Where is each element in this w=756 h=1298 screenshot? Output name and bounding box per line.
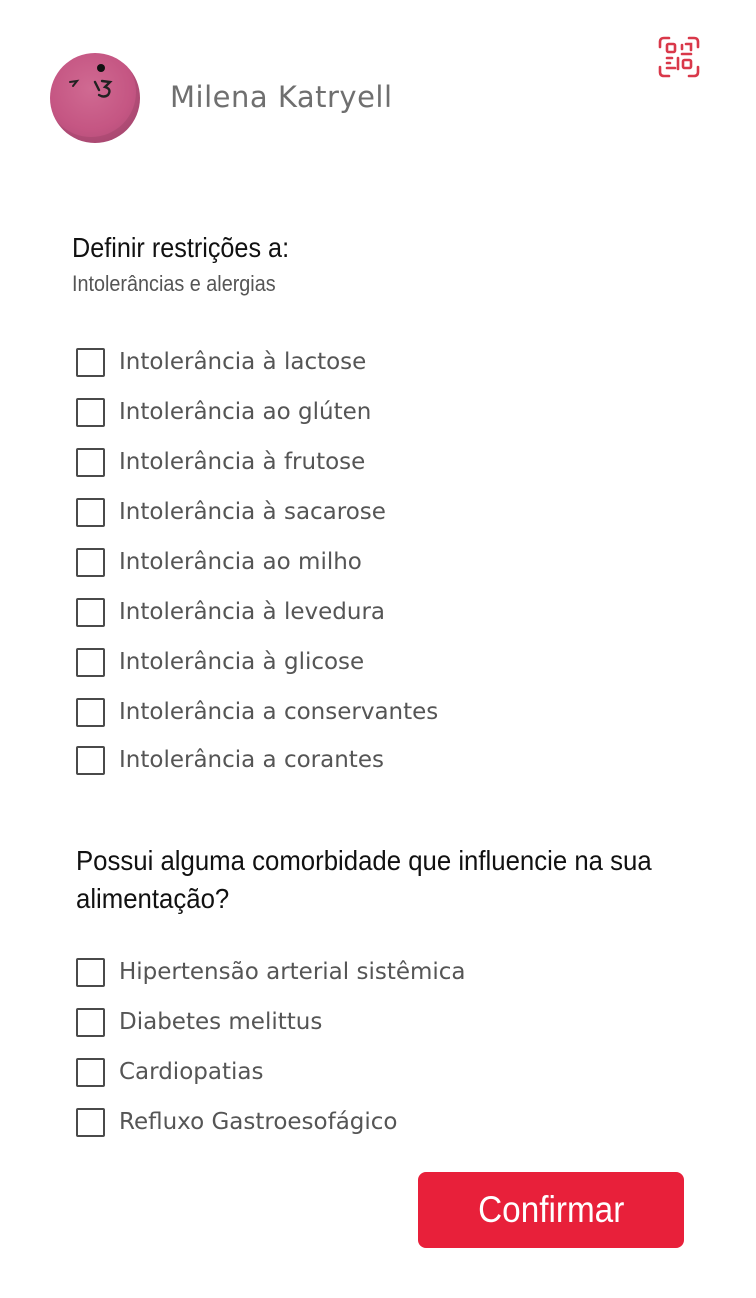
checkbox-label: Intolerância à frutose [119,449,366,475]
avatar-doodle [69,64,113,98]
checkbox-square[interactable] [76,347,105,377]
user-name: Milena Katryell [170,80,393,114]
checkbox-label: Refluxo Gastroesofágico [119,1109,398,1135]
checkbox-label: Intolerância à lactose [119,349,367,375]
checkbox-diabetes[interactable]: Diabetes melittus [76,1005,322,1039]
checkbox-square[interactable] [76,697,105,727]
checkbox-label: Intolerância à levedura [119,599,385,625]
qr-code-scan-icon [658,36,700,78]
checkbox-frutose[interactable]: Intolerância à frutose [76,445,365,479]
restrictions-subtitle: Intolerâncias e alergias [72,271,276,296]
checkbox-square[interactable] [76,1007,105,1037]
checkbox-label: Intolerância ao glúten [119,399,372,425]
checkbox-refluxo[interactable]: Refluxo Gastroesofágico [76,1105,398,1139]
restrictions-title: Definir restrições a: [72,232,290,263]
checkbox-cardiopatias[interactable]: Cardiopatias [76,1055,263,1089]
checkbox-square[interactable] [76,1057,105,1087]
checkbox-glicose[interactable]: Intolerância à glicose [76,645,364,679]
confirm-button-label: Confirmar [477,1189,625,1230]
checkbox-corantes[interactable]: Intolerância a corantes [76,743,384,777]
checkbox-lactose[interactable]: Intolerância à lactose [76,345,366,379]
checkbox-label: Intolerância à sacarose [119,499,386,525]
comorbidity-question: Possui alguma comorbidade que influencie… [76,845,652,914]
checkbox-square[interactable] [76,957,105,987]
checkbox-gluten[interactable]: Intolerância ao glúten [76,395,371,429]
checkbox-conservantes[interactable]: Intolerância a conservantes [76,695,438,729]
checkbox-milho[interactable]: Intolerância ao milho [76,545,362,579]
checkbox-label: Intolerância à glicose [119,649,365,675]
checkbox-square[interactable] [76,447,105,477]
checkbox-label: Intolerância a corantes [119,747,384,773]
checkbox-square[interactable] [76,597,105,627]
profile-header: Milena Katryell [0,0,756,180]
qr-code-scan-button[interactable] [656,34,702,80]
checkbox-square[interactable] [76,745,105,775]
checkbox-sacarose[interactable]: Intolerância à sacarose [76,495,386,529]
checkbox-levedura[interactable]: Intolerância à levedura [76,595,385,629]
checkbox-label: Hipertensão arterial sistêmica [119,959,466,985]
checkbox-square[interactable] [76,1107,105,1137]
checkbox-label: Intolerância a conservantes [119,699,439,725]
checkbox-hipertensao[interactable]: Hipertensão arterial sistêmica [76,955,466,989]
checkbox-square[interactable] [76,547,105,577]
checkbox-square[interactable] [76,647,105,677]
checkbox-square[interactable] [76,497,105,527]
avatar[interactable] [50,53,140,143]
checkbox-label: Intolerância ao milho [119,549,362,575]
checkbox-label: Diabetes melittus [119,1009,323,1035]
checkbox-label: Cardiopatias [119,1059,264,1085]
confirm-button[interactable]: Confirmar [418,1172,684,1248]
checkbox-square[interactable] [76,397,105,427]
